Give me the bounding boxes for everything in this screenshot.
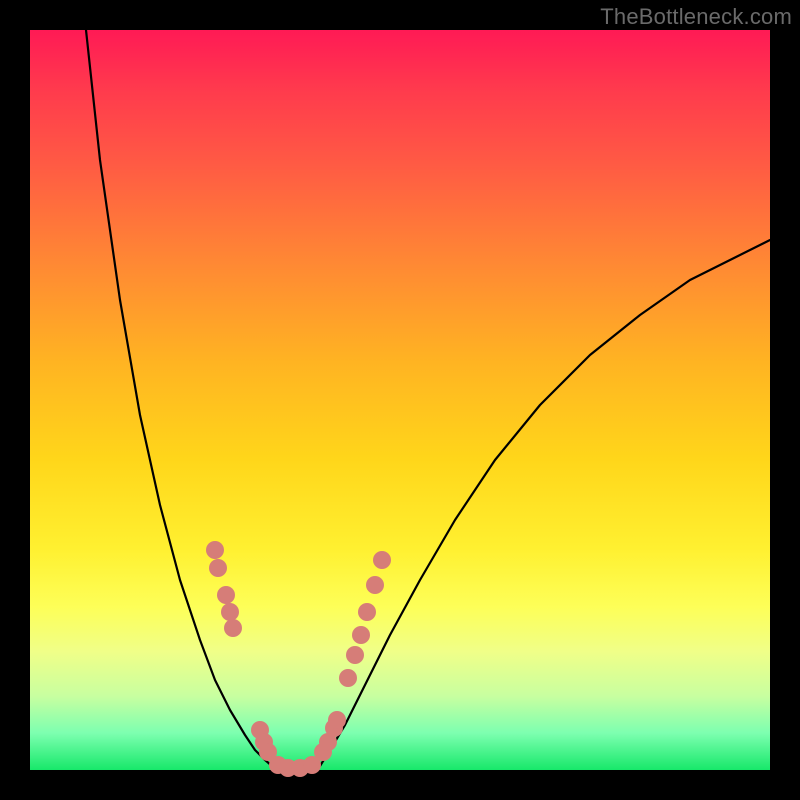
data-points [206,541,391,777]
bottleneck-curve [86,30,770,770]
data-marker [221,603,239,621]
chart-svg [30,30,770,770]
data-marker [224,619,242,637]
data-marker [352,626,370,644]
data-marker [217,586,235,604]
data-marker [206,541,224,559]
watermark-text: TheBottleneck.com [600,4,792,30]
data-marker [366,576,384,594]
data-marker [339,669,357,687]
data-marker [358,603,376,621]
data-marker [346,646,364,664]
chart-frame: TheBottleneck.com [0,0,800,800]
plot-area [30,30,770,770]
curve-path [86,30,770,770]
data-marker [373,551,391,569]
data-marker [209,559,227,577]
data-marker [328,711,346,729]
